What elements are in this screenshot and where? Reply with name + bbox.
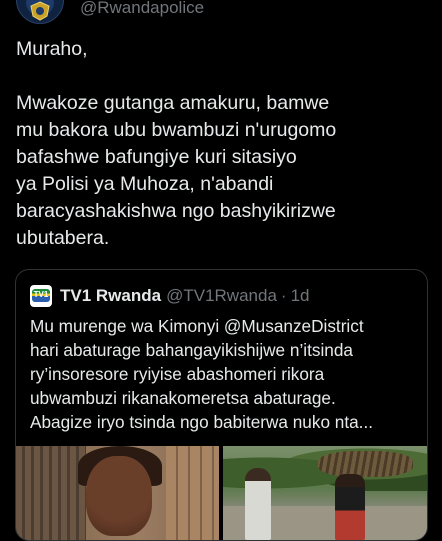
quoted-media-grid — [16, 446, 427, 540]
quoted-timestamp[interactable]: 1d — [291, 286, 310, 306]
tweet-header: @Rwandapolice — [0, 0, 442, 24]
separator-dot: · — [280, 286, 287, 305]
author-handle[interactable]: @Rwandapolice — [80, 0, 204, 18]
quoted-tweet[interactable]: TV1 TV1 Rwanda @TV1Rwanda · 1d Mu mureng… — [15, 269, 428, 541]
tweet-text: Muraho, Mwakoze gutanga amakuru, bamwe m… — [16, 38, 337, 249]
photo-woman-injured[interactable] — [16, 446, 219, 540]
tv1-logo-text: TV1 — [33, 290, 49, 299]
police-badge-icon — [30, 1, 50, 21]
quoted-author-handle[interactable]: @TV1Rwanda — [166, 286, 277, 306]
quoted-tweet-header: TV1 TV1 Rwanda @TV1Rwanda · 1d — [30, 285, 310, 307]
author-avatar[interactable] — [16, 0, 64, 24]
quoted-author-name[interactable]: TV1 Rwanda — [60, 286, 161, 306]
tv1-logo-icon[interactable]: TV1 — [30, 285, 52, 307]
photo-villagers-road[interactable] — [223, 446, 427, 540]
quoted-tweet-text: Mu murenge wa Kimonyi @MusanzeDistrict h… — [30, 316, 374, 432]
